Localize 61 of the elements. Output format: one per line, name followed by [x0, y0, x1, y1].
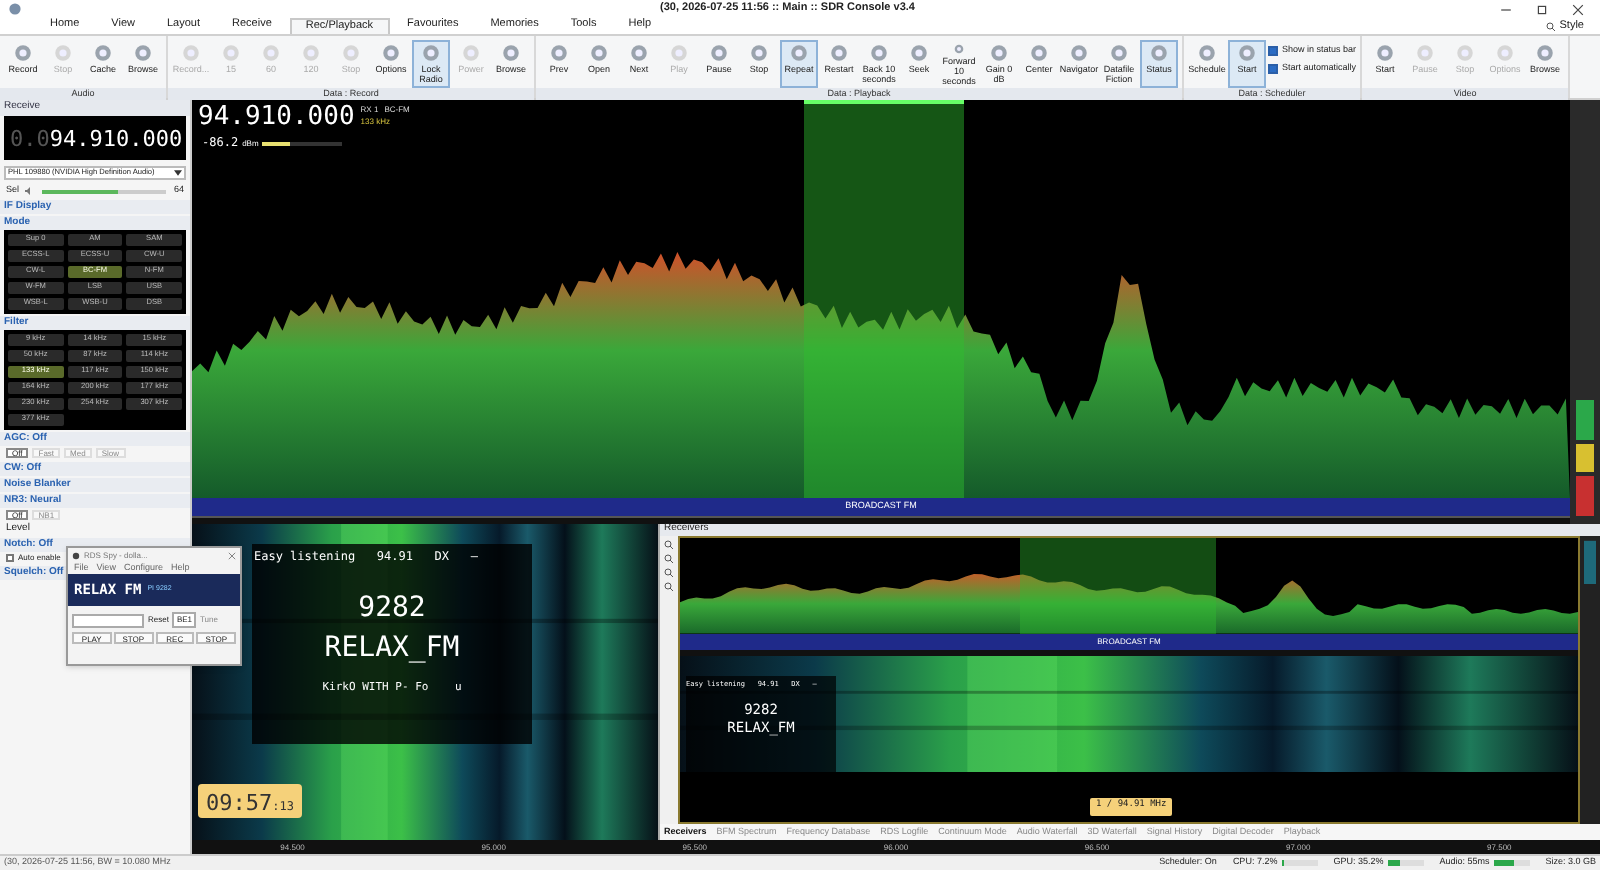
round-icon — [222, 44, 240, 62]
close-icon — [228, 551, 236, 559]
rds-station: RELAX_FM — [324, 634, 460, 662]
round-icon — [1198, 44, 1216, 62]
app-icon — [8, 2, 22, 16]
round-icon — [502, 44, 520, 62]
round-icon — [14, 44, 32, 62]
search-icon — [1545, 21, 1556, 31]
usage-bar — [1387, 860, 1424, 866]
round-icon — [1110, 44, 1128, 62]
caret-icon — [174, 170, 182, 176]
round-icon — [1496, 44, 1515, 62]
round-icon — [1070, 44, 1088, 62]
round-icon — [750, 44, 768, 62]
round-icon — [670, 44, 688, 62]
maximize-icon — [1536, 3, 1548, 15]
round-icon — [1376, 44, 1395, 62]
round-icon — [990, 44, 1008, 62]
frequency-readout: 94.910.000 — [49, 127, 183, 149]
usage-bar — [1493, 860, 1530, 866]
round-icon — [790, 44, 808, 62]
round-icon — [1030, 44, 1048, 62]
slider-control[interactable] — [72, 613, 144, 627]
app-icon — [72, 551, 80, 559]
zoom-icon — [664, 540, 674, 550]
zoom-icon — [664, 568, 674, 578]
round-icon — [462, 44, 480, 62]
round-icon — [94, 44, 112, 62]
round-icon — [262, 44, 280, 62]
close-icon — [1572, 3, 1584, 15]
zoom-icon — [664, 554, 674, 564]
round-icon — [1416, 44, 1435, 62]
round-icon — [590, 44, 608, 62]
round-icon — [1456, 44, 1475, 62]
round-icon — [54, 44, 72, 62]
round-icon — [1150, 44, 1168, 62]
round-icon — [550, 44, 568, 62]
frequency-prefix: 0.0 — [10, 127, 50, 149]
round-icon — [870, 44, 888, 62]
round-icon — [830, 44, 848, 62]
round-icon — [950, 44, 968, 54]
round-icon — [342, 44, 360, 62]
round-icon — [422, 44, 440, 62]
round-icon — [302, 44, 320, 62]
round-icon — [134, 44, 152, 62]
round-icon — [910, 44, 928, 62]
rds-pi: 9282 — [358, 594, 426, 622]
clock-time: 09:57 — [206, 792, 273, 814]
zoom-icon — [664, 582, 674, 592]
round-icon — [710, 44, 728, 62]
speaker-icon — [23, 186, 34, 196]
checkbox[interactable] — [1268, 63, 1278, 74]
frequency-readout: 94.910.000 — [198, 104, 355, 130]
round-icon — [1536, 44, 1555, 62]
checkbox[interactable] — [6, 554, 14, 562]
round-icon — [382, 44, 400, 62]
round-icon — [630, 44, 648, 62]
round-icon — [1238, 44, 1256, 62]
checkbox[interactable] — [1268, 45, 1278, 56]
round-icon — [182, 44, 200, 62]
minimize-icon — [1500, 3, 1512, 15]
